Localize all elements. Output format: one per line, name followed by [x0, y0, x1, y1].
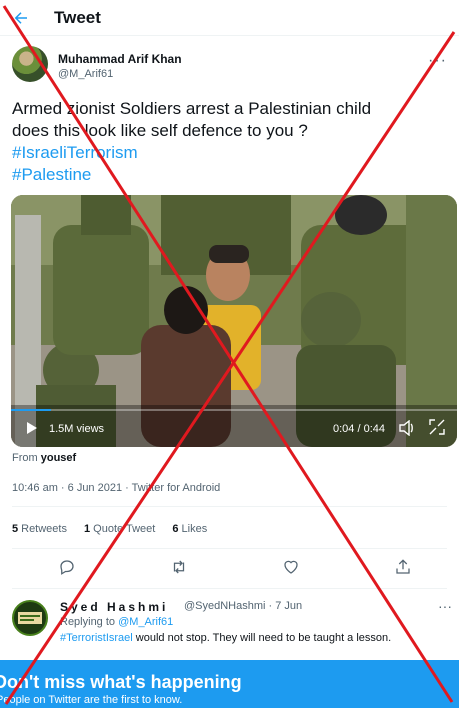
reply-text: #TerroristIsrael would not stop. They wi… — [60, 632, 391, 644]
retweets-stat[interactable]: 5 Retweets — [12, 523, 67, 535]
tweet-timestamp[interactable]: 10:46 am · 6 Jun 2021 · Twitter for Andr… — [12, 482, 220, 494]
avatar[interactable] — [12, 46, 48, 82]
author-name[interactable]: Muhammad Arif Khan — [58, 52, 182, 66]
video-source: From yousef — [12, 452, 76, 464]
tweet-actions — [0, 558, 459, 582]
more-icon[interactable]: ··· — [438, 598, 452, 614]
video-time: 0:04 / 0:44 — [333, 423, 385, 435]
video-progress-bar[interactable] — [11, 409, 457, 411]
reply-body: would not stop. They will need to be tau… — [132, 632, 392, 644]
quotes-count: 1 — [84, 523, 91, 535]
reply-tweet[interactable]: Syed Hashmi @SyedNHashmi · 7 Jun ··· Rep… — [12, 598, 452, 658]
more-icon[interactable]: ··· — [428, 52, 447, 70]
replying-to: Replying to @M_Arif61 — [60, 616, 173, 628]
from-user[interactable]: yousef — [41, 452, 76, 464]
page-title: Tweet — [54, 7, 101, 27]
video-player[interactable]: 1.5M views 0:04 / 0:44 — [11, 195, 457, 447]
reply-author-handle[interactable]: @SyedNHashmi · 7 Jun — [184, 600, 302, 612]
divider — [12, 506, 447, 507]
from-label: From — [12, 452, 38, 464]
play-icon[interactable] — [25, 421, 39, 435]
hashtag-link[interactable]: #TerroristIsrael — [60, 632, 133, 644]
tweet-text: Armed zionist Soldiers arrest a Palestin… — [12, 98, 452, 186]
banner-title: Don't miss what's happening — [0, 672, 242, 692]
share-icon[interactable] — [394, 558, 414, 578]
retweets-count: 5 — [12, 523, 19, 535]
likes-label: Likes — [181, 523, 208, 535]
top-bar: Tweet — [0, 0, 459, 36]
reply-author-name[interactable]: Syed Hashmi — [60, 600, 168, 614]
likes-stat[interactable]: 6 Likes — [172, 523, 207, 535]
hashtag-link[interactable]: #Palestine — [12, 164, 452, 186]
divider — [12, 548, 447, 549]
replying-to-label: Replying to — [60, 616, 116, 628]
retweet-icon[interactable] — [170, 558, 190, 578]
hashtag-link[interactable]: #IsraeliTerrorism — [12, 142, 452, 164]
tweet-text-line: does this look like self defence to you … — [12, 121, 308, 140]
likes-count: 6 — [172, 523, 179, 535]
tweet-text-line: Armed zionist Soldiers arrest a Palestin… — [12, 99, 372, 118]
tweet-author: Muhammad Arif Khan @M_Arif61 ··· — [12, 46, 447, 86]
arrow-left-icon[interactable] — [12, 9, 30, 27]
author-handle[interactable]: @M_Arif61 — [58, 68, 113, 80]
replying-to-handle[interactable]: @M_Arif61 — [118, 616, 173, 628]
reply-avatar[interactable] — [12, 600, 48, 636]
quotes-label: Quote Tweet — [93, 523, 156, 535]
banner-subtitle: People on Twitter are the first to know. — [0, 694, 183, 706]
video-views: 1.5M views — [49, 423, 105, 435]
reply-icon[interactable] — [58, 558, 78, 578]
quotes-stat[interactable]: 1 Quote Tweet — [84, 523, 155, 535]
signup-banner[interactable]: Don't miss what's happening People on Tw… — [0, 660, 459, 708]
like-icon[interactable] — [282, 558, 302, 578]
tweet-stats: 5 Retweets 1 Quote Tweet 6 Likes — [12, 523, 221, 535]
retweets-label: Retweets — [21, 523, 67, 535]
video-progress-fill — [11, 409, 52, 411]
divider — [12, 588, 447, 589]
